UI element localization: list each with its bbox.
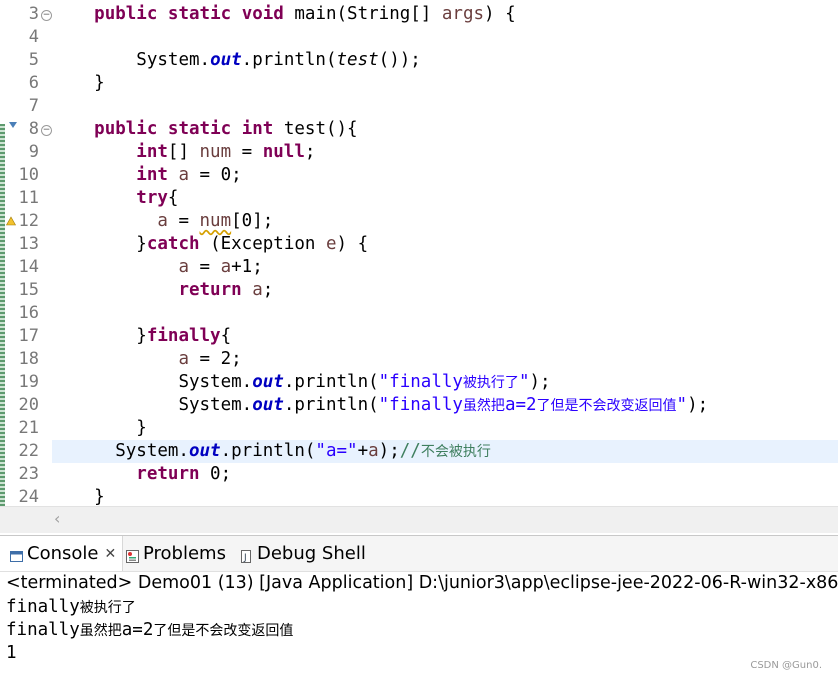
code-line: } xyxy=(94,487,105,506)
console-output-line: finally虽然把a=2了但是不会改变返回值 xyxy=(6,620,294,640)
code-line: public static void main(String[] args) { xyxy=(94,4,516,24)
code-line: return a; xyxy=(178,280,274,300)
line-number: 11 xyxy=(18,188,39,208)
tab-problems[interactable]: Problems xyxy=(126,536,226,571)
code-line: System.out.println("finally虽然把a=2了但是不会改变… xyxy=(178,395,709,415)
horizontal-scrollbar[interactable]: ‹ xyxy=(0,506,838,533)
svg-text:J: J xyxy=(243,553,247,563)
code-line: try{ xyxy=(136,188,179,208)
tab-label: Debug Shell xyxy=(257,543,366,564)
line-number: 18 xyxy=(18,349,39,369)
line-number: 16 xyxy=(18,303,39,323)
line-number: 22 xyxy=(18,441,39,461)
line-number: 20 xyxy=(18,395,39,415)
code-line: }finally{ xyxy=(136,326,232,346)
code-line: int a = 0; xyxy=(136,165,242,185)
line-number: 10 xyxy=(18,165,39,185)
line-number: 4 xyxy=(28,27,39,47)
code-line: a = num[0]; xyxy=(157,211,274,231)
code-editor[interactable]: 3 − 4 5 6 7 8 − 9 10 11 12 13 14 15 16 1… xyxy=(0,0,838,506)
close-icon[interactable]: ✕ xyxy=(104,546,116,562)
line-number: 8 xyxy=(28,119,39,139)
line-number: 17 xyxy=(18,326,39,346)
line-number: 24 xyxy=(18,487,39,506)
console-icon xyxy=(10,547,23,562)
watermark: CSDN @Gun0. xyxy=(750,660,822,671)
view-tab-bar: Console ✕ Problems J Debug Shell xyxy=(0,535,838,572)
fold-collapse-icon[interactable]: − xyxy=(41,125,52,136)
line-number: 13 xyxy=(18,234,39,254)
line-number: 21 xyxy=(18,418,39,438)
fold-collapse-icon[interactable]: − xyxy=(41,10,52,21)
tab-console[interactable]: Console ✕ xyxy=(0,536,124,571)
code-line: return 0; xyxy=(136,464,232,484)
tab-debug-shell[interactable]: J Debug Shell xyxy=(240,536,366,571)
line-number: 5 xyxy=(28,50,39,70)
debug-shell-icon: J xyxy=(240,547,253,563)
line-number: 15 xyxy=(18,280,39,300)
code-line: a = 2; xyxy=(178,349,242,369)
line-number: 3 xyxy=(28,4,39,24)
line-number: 12 xyxy=(18,211,39,231)
line-number: 9 xyxy=(28,142,39,162)
code-line: System.out.println(test()); xyxy=(136,50,421,70)
console-status-line: <terminated> Demo01 (13) [Java Applicati… xyxy=(6,573,838,593)
code-line: } xyxy=(94,73,105,93)
console-output-line: finally被执行了 xyxy=(6,597,136,617)
line-number: 6 xyxy=(28,73,39,93)
code-line: int[] num = null; xyxy=(136,142,316,162)
line-number: 7 xyxy=(28,96,39,116)
current-code-line: System.out.println("a="+a);//不会被执行 xyxy=(52,440,838,463)
code-line: a = a+1; xyxy=(178,257,263,277)
line-number-gutter: 3 − 4 5 6 7 8 − 9 10 11 12 13 14 15 16 1… xyxy=(5,0,52,506)
code-line: }catch (Exception e) { xyxy=(136,234,369,254)
console-output-line: 1 xyxy=(6,643,17,663)
tab-label: Console xyxy=(27,543,99,564)
code-line: public static int test(){ xyxy=(94,119,358,139)
line-number: 23 xyxy=(18,464,39,484)
scroll-left-icon[interactable]: ‹ xyxy=(54,509,60,528)
console-view[interactable]: <terminated> Demo01 (13) [Java Applicati… xyxy=(0,571,838,679)
line-number: 19 xyxy=(18,372,39,392)
line-number: 14 xyxy=(18,257,39,277)
problems-icon xyxy=(126,547,139,563)
code-line: } xyxy=(136,418,147,438)
tab-label: Problems xyxy=(143,543,226,564)
code-line: System.out.println("finally被执行了"); xyxy=(178,372,551,392)
